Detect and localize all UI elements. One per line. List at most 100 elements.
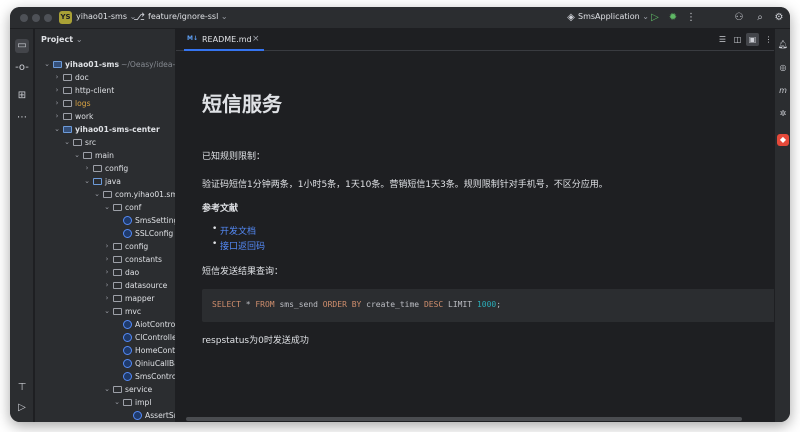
plugin-icon[interactable]: ◆ bbox=[777, 134, 789, 146]
chevron-right-icon[interactable]: › bbox=[103, 253, 111, 266]
chevron-right-icon[interactable]: › bbox=[103, 292, 111, 305]
dev-docs-link[interactable]: 开发文档 bbox=[220, 224, 256, 237]
folder-icon bbox=[63, 113, 72, 120]
tree-label: mapper bbox=[125, 294, 155, 303]
close-window-button[interactable] bbox=[20, 14, 28, 22]
split-view-icon[interactable]: ◫ bbox=[731, 33, 744, 46]
tree-label: logs bbox=[75, 99, 91, 108]
tree-row[interactable]: ⌄ conf bbox=[35, 201, 175, 214]
project-badge: YS bbox=[59, 11, 72, 24]
project-panel-header[interactable]: Project ⌄ bbox=[41, 35, 83, 44]
chevron-down-icon[interactable]: ⌄ bbox=[83, 175, 91, 188]
class-icon bbox=[123, 229, 132, 238]
package-icon bbox=[103, 191, 112, 198]
chevron-right-icon[interactable]: › bbox=[103, 266, 111, 279]
settings-icon[interactable]: ⚙ bbox=[772, 11, 786, 25]
chevron-down-icon[interactable]: ⌄ bbox=[63, 136, 71, 149]
more-icon[interactable]: ⋯ bbox=[15, 111, 29, 125]
maximize-window-button[interactable] bbox=[44, 14, 52, 22]
tree-row[interactable]: SmsSetting bbox=[35, 214, 175, 227]
tree-row[interactable]: › datasource bbox=[35, 279, 175, 292]
tree-row[interactable]: SmsContro bbox=[35, 370, 175, 383]
tree-row[interactable]: SSLConfig bbox=[35, 227, 175, 240]
chevron-right-icon[interactable]: › bbox=[53, 110, 61, 123]
tree-row[interactable]: ⌄ yihao01-sms~/Oeasy/idea-spa bbox=[35, 58, 175, 71]
chevron-right-icon[interactable]: › bbox=[103, 240, 111, 253]
module-icon bbox=[63, 126, 72, 133]
debug-icon[interactable]: ✹ bbox=[666, 11, 680, 25]
code-block: SELECT * FROM sms_send ORDER BY create_t… bbox=[202, 289, 780, 322]
tree-row[interactable]: ClControlle bbox=[35, 331, 175, 344]
more-icon[interactable]: ⋮ bbox=[684, 11, 698, 25]
chevron-down-icon[interactable]: ⌄ bbox=[103, 305, 111, 318]
chevron-right-icon[interactable]: › bbox=[53, 97, 61, 110]
chevron-down-icon[interactable]: ⌄ bbox=[53, 123, 61, 136]
chevron-down-icon: ⌄ bbox=[75, 35, 83, 44]
chevron-down-icon[interactable]: ⌄ bbox=[73, 149, 81, 162]
tree-row[interactable]: › config bbox=[35, 240, 175, 253]
add-user-icon[interactable]: ⚇ bbox=[732, 11, 746, 25]
m-icon[interactable]: m bbox=[777, 85, 789, 97]
tree-row[interactable]: › doc bbox=[35, 71, 175, 84]
chevron-right-icon[interactable]: › bbox=[53, 71, 61, 84]
rules-text: 验证码短信1分钟两条，1小时5条，1天10条。营销短信1天3条。规则限制针对手机… bbox=[202, 180, 608, 190]
tree-row[interactable]: ⌄ impl bbox=[35, 396, 175, 409]
notifications-icon[interactable]: 🔔︎ bbox=[777, 39, 789, 51]
tree-path-hint: ~/Oeasy/idea-spa bbox=[121, 60, 175, 69]
minimize-window-button[interactable] bbox=[32, 14, 40, 22]
tree-row[interactable]: › mapper bbox=[35, 292, 175, 305]
folder-icon[interactable]: ▭ bbox=[15, 39, 29, 53]
preview-icon[interactable]: ▣ bbox=[746, 33, 759, 46]
tree-row[interactable]: › dao bbox=[35, 266, 175, 279]
tree-row[interactable]: › constants bbox=[35, 253, 175, 266]
ai-assistant-icon[interactable]: ◎ bbox=[777, 62, 789, 74]
run-icon[interactable]: ▷ bbox=[15, 401, 29, 415]
close-icon[interactable]: × bbox=[252, 34, 260, 44]
tree-row[interactable]: ⌄ com.yihao01.sms bbox=[35, 188, 175, 201]
tree-label: doc bbox=[75, 73, 89, 82]
chevron-down-icon[interactable]: ⌄ bbox=[43, 58, 51, 71]
terminal-icon[interactable]: ⊤ bbox=[15, 381, 29, 395]
tree-row[interactable]: › config bbox=[35, 162, 175, 175]
list-icon[interactable]: ☰ bbox=[716, 33, 729, 46]
chevron-right-icon[interactable]: › bbox=[53, 84, 61, 97]
tree-row[interactable]: HomeContr bbox=[35, 344, 175, 357]
tree-row[interactable]: ⌄ java bbox=[35, 175, 175, 188]
tree-row[interactable]: AssertSr bbox=[35, 409, 175, 422]
commit-icon[interactable]: -o- bbox=[15, 61, 29, 75]
chevron-down-icon[interactable]: ⌄ bbox=[103, 383, 111, 396]
chevron-right-icon[interactable]: › bbox=[83, 162, 91, 175]
tree-label: config bbox=[125, 242, 149, 251]
run-icon[interactable]: ▷ bbox=[648, 11, 662, 25]
chevron-down-icon[interactable]: ⌄ bbox=[103, 201, 111, 214]
tree-row[interactable]: › work bbox=[35, 110, 175, 123]
package-icon bbox=[113, 243, 122, 250]
chevron-right-icon[interactable]: › bbox=[103, 279, 111, 292]
tree-row[interactable]: › logs bbox=[35, 97, 175, 110]
chevron-down-icon[interactable]: ⌄ bbox=[113, 396, 121, 409]
tree-row[interactable]: ⌄ main bbox=[35, 149, 175, 162]
tab-readme[interactable]: M↓ README.md × bbox=[184, 29, 264, 51]
package-icon bbox=[113, 308, 122, 315]
tree-row[interactable]: QiniuCallBa bbox=[35, 357, 175, 370]
project-switcher[interactable]: yihao01-sms ⌄ bbox=[76, 12, 136, 21]
class-icon bbox=[123, 333, 132, 342]
tree-row[interactable]: ⌄ service bbox=[35, 383, 175, 396]
title-bar: YS yihao01-sms ⌄ ⎇ feature/ignore-ssl ⌄ … bbox=[10, 7, 790, 29]
package-icon bbox=[113, 282, 122, 289]
run-config-selector[interactable]: SmsApplication ⌄ bbox=[578, 12, 649, 21]
tree-row[interactable]: ⌄ yihao01-sms-center bbox=[35, 123, 175, 136]
tree-row[interactable]: › http-client bbox=[35, 84, 175, 97]
problems-icon[interactable]: ▭ bbox=[15, 421, 29, 422]
tree-row[interactable]: ⌄ mvc bbox=[35, 305, 175, 318]
structure-icon[interactable]: ⊞ bbox=[15, 89, 29, 103]
search-icon[interactable]: ⌕ bbox=[753, 11, 767, 25]
horizontal-scrollbar[interactable] bbox=[186, 417, 742, 421]
chevron-down-icon[interactable]: ⌄ bbox=[93, 188, 101, 201]
copilot-icon[interactable]: ✲ bbox=[777, 108, 789, 120]
folder-icon bbox=[63, 74, 72, 81]
branch-switcher[interactable]: feature/ignore-ssl ⌄ bbox=[148, 12, 228, 21]
tree-row[interactable]: AiotControl bbox=[35, 318, 175, 331]
return-codes-link[interactable]: 接口返回码 bbox=[220, 239, 265, 252]
tree-row[interactable]: ⌄ src bbox=[35, 136, 175, 149]
